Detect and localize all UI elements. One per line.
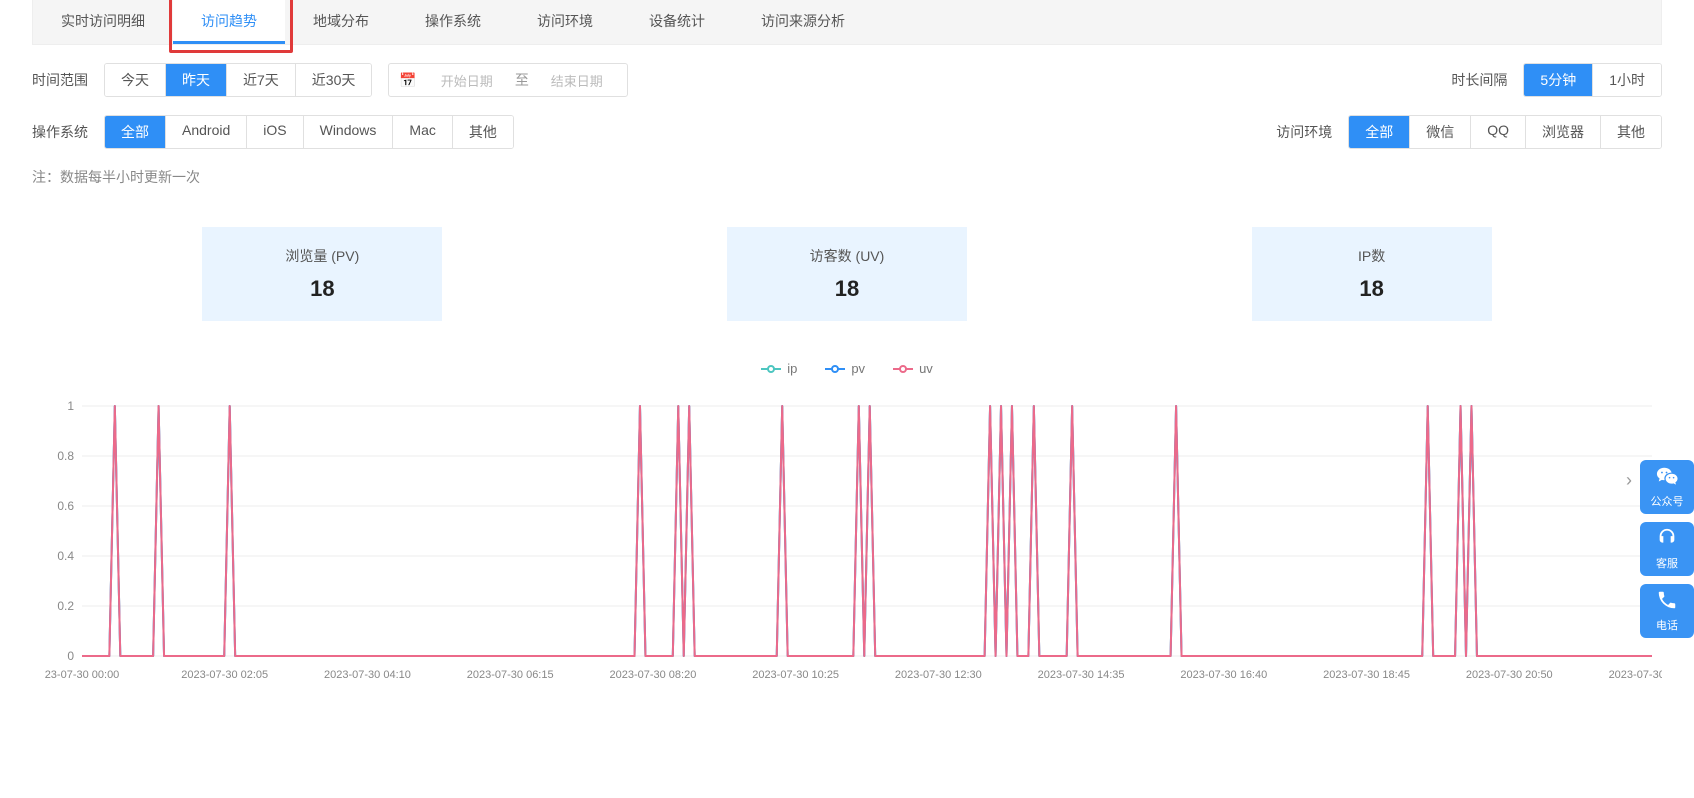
label-interval: 时长间隔 <box>1451 70 1507 90</box>
opt-time-2[interactable]: 近7天 <box>227 64 296 96</box>
svg-text:1: 1 <box>67 399 74 413</box>
float-column: 公众号客服电话 <box>1640 460 1694 638</box>
opt-os-5[interactable]: 其他 <box>453 116 513 148</box>
chart-plot[interactable]: 0 0.2 0.4 0.6 0.8 1 23-07-30 00:00 2023-07-30 0… <box>32 396 1662 686</box>
opt-os-1[interactable]: Android <box>166 116 247 148</box>
svg-text:0.6: 0.6 <box>57 499 74 513</box>
date-sep: 至 <box>515 70 529 90</box>
stat-label: 访客数 (UV) <box>810 246 885 266</box>
seg-os: 全部AndroidiOSWindowsMac其他 <box>104 115 514 149</box>
chart-legend: ip pv uv <box>32 361 1662 376</box>
tab-0[interactable]: 实时访问明细 <box>33 0 173 44</box>
legend-item-uv[interactable]: uv <box>893 361 933 376</box>
svg-text:2023-07-30 08:20: 2023-07-30 08:20 <box>609 669 696 681</box>
svg-text:0: 0 <box>67 649 74 663</box>
svg-text:2023-07-30 06:15: 2023-07-30 06:15 <box>467 669 554 681</box>
tab-6[interactable]: 访问来源分析 <box>733 0 873 44</box>
opt-os-4[interactable]: Mac <box>393 116 452 148</box>
opt-env-1[interactable]: 微信 <box>1410 116 1471 148</box>
chevron-right-icon: › <box>1626 470 1632 491</box>
opt-os-3[interactable]: Windows <box>304 116 394 148</box>
phone-icon <box>1656 589 1678 617</box>
svg-text:2023-07-30 10:25: 2023-07-30 10:25 <box>752 669 839 681</box>
tab-3[interactable]: 操作系统 <box>397 0 509 44</box>
svg-text:2023-07-30 16:40: 2023-07-30 16:40 <box>1180 669 1267 681</box>
opt-env-0[interactable]: 全部 <box>1349 116 1410 148</box>
label-env: 访问环境 <box>1276 122 1332 142</box>
stat-value: 18 <box>310 276 334 302</box>
support-icon <box>1656 527 1678 555</box>
svg-text:2023-07-30 22:55: 2023-07-30 22:55 <box>1609 669 1662 681</box>
float-btn-wechat[interactable]: 公众号 <box>1640 460 1694 514</box>
tab-4[interactable]: 访问环境 <box>509 0 621 44</box>
float-btn-phone[interactable]: 电话 <box>1640 584 1694 638</box>
svg-text:0.8: 0.8 <box>57 449 74 463</box>
opt-time-0[interactable]: 今天 <box>105 64 166 96</box>
date-start-placeholder: 开始日期 <box>427 71 507 90</box>
tab-1[interactable]: 访问趋势 <box>173 0 285 44</box>
stat-value: 18 <box>835 276 859 302</box>
date-end-placeholder: 结束日期 <box>537 71 617 90</box>
seg-interval: 5分钟1小时 <box>1523 63 1662 97</box>
legend-item-pv[interactable]: pv <box>825 361 865 376</box>
date-range-picker[interactable]: 📅 开始日期 至 结束日期 <box>388 63 627 97</box>
svg-text:2023-07-30 18:45: 2023-07-30 18:45 <box>1323 669 1410 681</box>
stat-label: 浏览量 (PV) <box>285 246 359 266</box>
float-label: 电话 <box>1656 617 1678 633</box>
svg-text:2023-07-30 20:50: 2023-07-30 20:50 <box>1466 669 1553 681</box>
tab-5[interactable]: 设备统计 <box>621 0 733 44</box>
label-os: 操作系统 <box>32 122 104 142</box>
calendar-icon: 📅 <box>399 72 416 89</box>
stat-card-1: 访客数 (UV) 18 <box>727 227 967 321</box>
seg-time-range: 今天昨天近7天近30天 <box>104 63 372 97</box>
opt-env-4[interactable]: 其他 <box>1601 116 1661 148</box>
opt-os-0[interactable]: 全部 <box>105 116 166 148</box>
stat-card-2: IP数 18 <box>1252 227 1492 321</box>
opt-interval-0[interactable]: 5分钟 <box>1524 64 1593 96</box>
opt-os-2[interactable]: iOS <box>247 116 303 148</box>
stat-card-0: 浏览量 (PV) 18 <box>202 227 442 321</box>
legend-item-ip[interactable]: ip <box>761 361 797 376</box>
svg-text:0.4: 0.4 <box>57 549 74 563</box>
seg-env: 全部微信QQ浏览器其他 <box>1348 115 1662 149</box>
opt-env-3[interactable]: 浏览器 <box>1526 116 1601 148</box>
opt-time-1[interactable]: 昨天 <box>166 64 227 96</box>
svg-text:0.2: 0.2 <box>57 599 74 613</box>
label-time-range: 时间范围 <box>32 70 104 90</box>
stats-row: 浏览量 (PV) 18 访客数 (UV) 18 IP数 18 <box>60 227 1634 321</box>
stat-label: IP数 <box>1358 246 1385 266</box>
float-btn-support[interactable]: 客服 <box>1640 522 1694 576</box>
svg-text:2023-07-30 12:30: 2023-07-30 12:30 <box>895 669 982 681</box>
update-note: 注：数据每半小时更新一次 <box>32 167 1662 187</box>
opt-time-3[interactable]: 近30天 <box>296 64 372 96</box>
stat-value: 18 <box>1359 276 1383 302</box>
float-label: 客服 <box>1656 555 1678 571</box>
opt-interval-1[interactable]: 1小时 <box>1593 64 1661 96</box>
opt-env-2[interactable]: QQ <box>1471 116 1526 148</box>
tabs-bar: 实时访问明细访问趋势地域分布操作系统访问环境设备统计访问来源分析 <box>32 0 1662 45</box>
tab-2[interactable]: 地域分布 <box>285 0 397 44</box>
float-label: 公众号 <box>1651 493 1684 509</box>
svg-text:2023-07-30 04:10: 2023-07-30 04:10 <box>324 669 411 681</box>
wechat-icon <box>1656 465 1678 493</box>
svg-text:2023-07-30 02:05: 2023-07-30 02:05 <box>181 669 268 681</box>
svg-text:23-07-30 00:00: 23-07-30 00:00 <box>45 669 120 681</box>
svg-text:2023-07-30 14:35: 2023-07-30 14:35 <box>1038 669 1125 681</box>
